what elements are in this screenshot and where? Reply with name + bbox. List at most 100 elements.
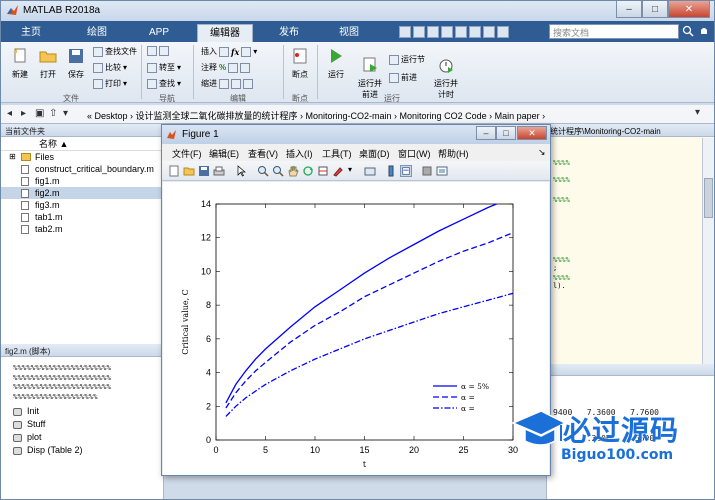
tab-publish[interactable]: 发布 (265, 24, 313, 42)
find-files-button[interactable]: 查找文件 (93, 46, 137, 57)
brush-dropdown-icon[interactable]: ▾ (348, 165, 352, 174)
menu-insert[interactable]: 插入(I) (286, 147, 313, 160)
search-input[interactable]: 搜索文档 (549, 24, 679, 39)
insert-legend-icon[interactable] (400, 165, 412, 177)
file-name: fig2.m (35, 188, 60, 198)
browse-icon[interactable]: ▾ (63, 108, 68, 119)
comment-more-icon (228, 62, 239, 73)
run-section-button[interactable]: 运行节 (389, 54, 425, 65)
undo-quick-icon[interactable] (455, 26, 467, 38)
search-icon[interactable] (682, 25, 694, 37)
indent-button[interactable]: 缩进 (201, 78, 253, 89)
folder-nav-icon[interactable]: ▣ (35, 108, 44, 119)
file-item[interactable]: fig1.m (1, 175, 163, 187)
back-arrow-icon[interactable]: ◂ (7, 108, 12, 119)
tab-apps[interactable]: APP (135, 24, 183, 42)
figure-maximize-button[interactable]: □ (496, 126, 516, 140)
file-item[interactable]: tab2.m (1, 223, 163, 235)
new-figure-icon[interactable] (168, 165, 180, 177)
print-figure-icon[interactable] (213, 165, 225, 177)
up-folder-icon[interactable]: ⇧ (49, 108, 57, 119)
file-item-selected[interactable]: fig2.m (1, 187, 163, 199)
figure-close-button[interactable]: ✕ (517, 126, 547, 140)
maximize-button[interactable]: □ (642, 1, 668, 18)
zoom-in-icon[interactable] (257, 165, 269, 177)
file-name: tab1.m (35, 212, 63, 222)
compare-button[interactable]: 比较 ▾ (93, 62, 127, 73)
print-button[interactable]: 打印 ▾ (93, 78, 127, 89)
nav-back-forward[interactable] (147, 46, 169, 56)
run-button[interactable]: 运行 (323, 47, 349, 80)
brush-icon[interactable] (332, 165, 344, 177)
x-tick-label: 25 (458, 445, 468, 455)
menu-dock-icon[interactable]: ↘ (538, 147, 546, 158)
hide-tools-icon[interactable] (421, 165, 433, 177)
rotate-3d-icon[interactable] (302, 165, 314, 177)
show-tools-icon[interactable] (436, 165, 448, 177)
tab-plots[interactable]: 绘图 (73, 24, 121, 42)
menu-window[interactable]: 窗口(W) (398, 147, 431, 160)
save-button[interactable]: 保存 (63, 47, 89, 80)
find-label: 查找 (159, 79, 175, 88)
comment-button[interactable]: 注释% (201, 62, 251, 73)
copy-quick-icon[interactable] (427, 26, 439, 38)
path-dropdown-icon[interactable]: ▾ (695, 107, 700, 118)
file-item[interactable]: fig3.m (1, 199, 163, 211)
find-button[interactable]: 查找 ▾ (147, 78, 181, 89)
forward-arrow-icon[interactable]: ▸ (21, 108, 26, 119)
help-icon[interactable] (497, 26, 509, 38)
file-item[interactable]: tab1.m (1, 211, 163, 223)
run-play-icon (331, 49, 342, 63)
open-button[interactable]: 打开 (35, 47, 61, 80)
advance-button[interactable]: 前进 (389, 72, 417, 83)
paste-quick-icon[interactable] (441, 26, 453, 38)
save-figure-icon[interactable] (198, 165, 210, 177)
tab-editor[interactable]: 编辑器 (197, 24, 253, 42)
file-item[interactable]: construct_critical_boundary.m (1, 163, 163, 175)
link-plot-icon[interactable] (364, 165, 376, 177)
breadcrumb[interactable]: « Desktop › 设计监测全球二氧化碳排放量的统计程序 › Monitor… (87, 109, 545, 122)
close-button[interactable]: ✕ (668, 1, 710, 18)
cell-icon (13, 447, 22, 455)
editor-panel[interactable]: 统计程序\Monitoring-CO2-main %%%% %%%% %%%% … (546, 124, 714, 364)
folder-item[interactable]: ⊞ Files (1, 151, 163, 163)
redo-quick-icon[interactable] (469, 26, 481, 38)
menu-tools[interactable]: 工具(T) (322, 147, 352, 160)
cut-quick-icon[interactable] (413, 26, 425, 38)
insert-button[interactable]: 插入 fx ▾ (201, 46, 257, 57)
menu-edit[interactable]: 编辑(E) (209, 147, 239, 160)
switch-window-icon[interactable] (483, 26, 495, 38)
line-chart[interactable]: 0 5 10 15 20 25 3002468101214tCritical value, … (163, 182, 549, 475)
tab-home[interactable]: 主页 (7, 24, 55, 42)
expand-icon[interactable]: ⊞ (9, 151, 16, 163)
editor-scrollbar[interactable] (702, 138, 714, 364)
menu-help[interactable]: 帮助(H) (438, 147, 469, 160)
goto-button[interactable]: 转至 ▾ (147, 62, 181, 73)
plot-area[interactable]: 0 5 10 15 20 25 30 0 2 4 6 8 10 12 14 t Critical value, … (163, 182, 549, 475)
cell-item[interactable]: plot (1, 431, 163, 444)
cell-item[interactable]: Init (1, 405, 163, 418)
comment-line: %%%%%%%%%%%%%%%%%%% (13, 391, 98, 401)
figure-minimize-button[interactable]: – (476, 126, 496, 140)
minimize-button[interactable]: – (616, 1, 642, 18)
insert-colorbar-icon[interactable] (385, 165, 397, 177)
data-cursor-icon[interactable] (317, 165, 329, 177)
pan-hand-icon[interactable] (287, 165, 299, 177)
breakpoints-button[interactable]: 断点 (287, 47, 313, 80)
column-header-name[interactable]: 名称 ▲ (1, 137, 163, 151)
tab-view[interactable]: 视图 (325, 24, 373, 42)
cell-item[interactable]: Stuff (1, 418, 163, 431)
zoom-out-icon[interactable] (272, 165, 284, 177)
menu-desktop[interactable]: 桌面(D) (359, 147, 390, 160)
matlab-logo-icon (7, 5, 18, 15)
menu-view[interactable]: 查看(V) (248, 147, 278, 160)
cell-item[interactable]: Disp (Table 2) (1, 444, 163, 457)
notification-bell-icon[interactable] (698, 25, 710, 37)
scrollbar-thumb[interactable] (704, 178, 713, 218)
edit-plot-arrow-icon[interactable] (236, 165, 248, 177)
menu-file[interactable]: 文件(F) (172, 147, 202, 160)
save-quick-icon[interactable] (399, 26, 411, 38)
new-button[interactable]: 新建 (7, 47, 33, 80)
open-file-icon[interactable] (183, 165, 195, 177)
compare-icon (93, 62, 103, 73)
